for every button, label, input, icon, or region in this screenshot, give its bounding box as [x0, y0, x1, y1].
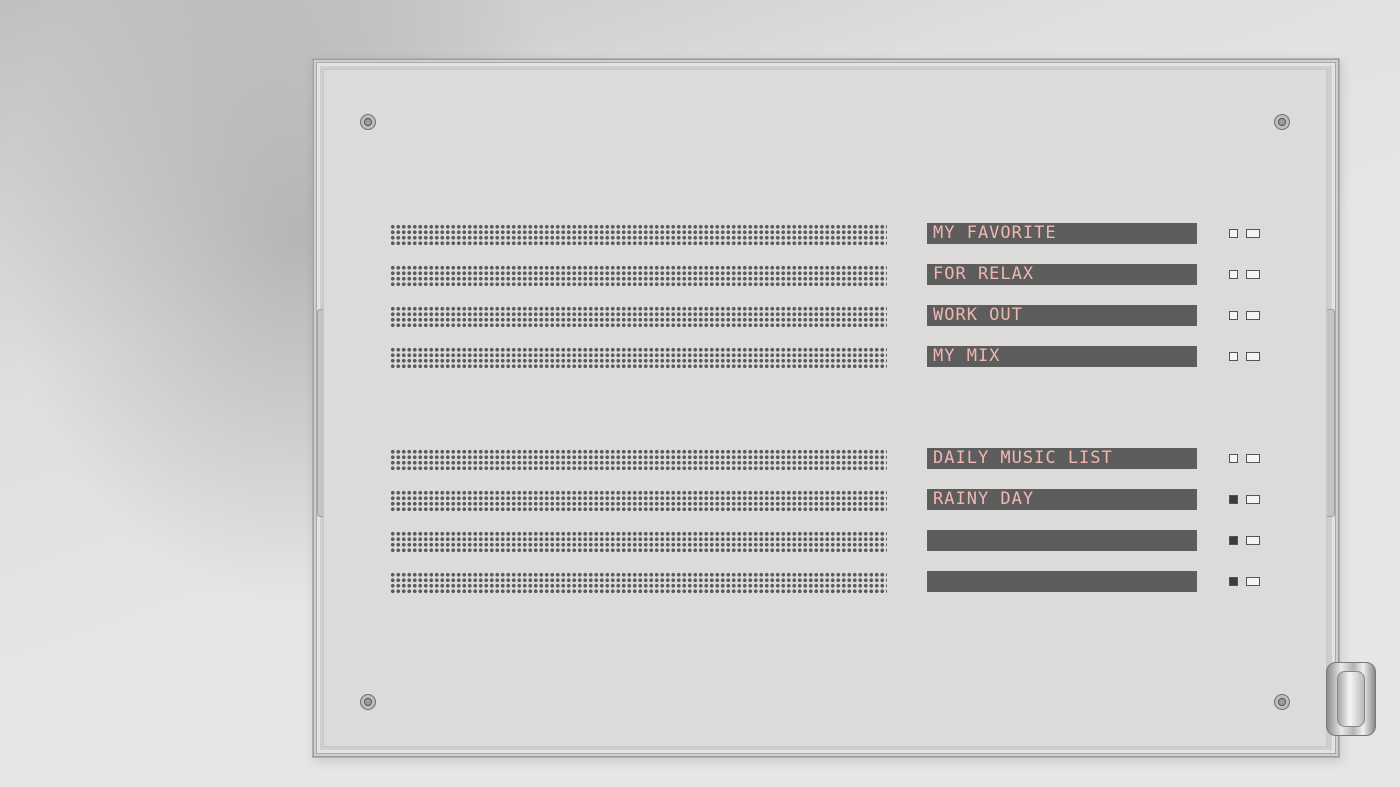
playlist-display[interactable] — [927, 571, 1197, 592]
screw-icon — [1274, 114, 1290, 130]
playlist-row: WORK OUT — [323, 305, 1327, 327]
playlist-select-button[interactable] — [1246, 536, 1260, 545]
playlist-row: RAINY DAY — [323, 489, 1327, 511]
playlist-indicator-button[interactable] — [1229, 311, 1238, 320]
speaker-grille — [390, 265, 887, 286]
speaker-grille — [390, 306, 887, 327]
playlist-select-button[interactable] — [1246, 495, 1260, 504]
playlist-row: DAILY MUSIC LIST — [323, 448, 1327, 470]
playlist-display[interactable]: MY MIX — [927, 346, 1197, 367]
playlist-select-button[interactable] — [1246, 577, 1260, 586]
front-panel: MY FAVORITE FOR RELAX WORK OUT MY MIX DA… — [323, 69, 1327, 747]
playlist-indicator-button[interactable] — [1229, 495, 1238, 504]
playlist-select-button[interactable] — [1246, 454, 1260, 463]
playlist-display[interactable]: DAILY MUSIC LIST — [927, 448, 1197, 469]
music-player-device: MY FAVORITE FOR RELAX WORK OUT MY MIX DA… — [312, 58, 1340, 758]
screw-icon — [360, 694, 376, 710]
playlist-indicator-button[interactable] — [1229, 536, 1238, 545]
speaker-grille — [390, 572, 887, 593]
playlist-row: FOR RELAX — [323, 264, 1327, 286]
playlist-display[interactable]: WORK OUT — [927, 305, 1197, 326]
playlist-indicator-button[interactable] — [1229, 352, 1238, 361]
screw-icon — [1274, 694, 1290, 710]
playlist-indicator-button[interactable] — [1229, 577, 1238, 586]
playlist-display[interactable]: RAINY DAY — [927, 489, 1197, 510]
speaker-grille — [390, 224, 887, 245]
playlist-display[interactable]: MY FAVORITE — [927, 223, 1197, 244]
speaker-grille — [390, 347, 887, 368]
playlist-row — [323, 571, 1327, 593]
playlist-select-button[interactable] — [1246, 311, 1260, 320]
playlist-row: MY MIX — [323, 346, 1327, 368]
speaker-grille — [390, 490, 887, 511]
screw-icon — [360, 114, 376, 130]
playlist-display[interactable] — [927, 530, 1197, 551]
playlist-display[interactable]: FOR RELAX — [927, 264, 1197, 285]
speaker-grille — [390, 531, 887, 552]
playlist-indicator-button[interactable] — [1229, 270, 1238, 279]
volume-knob[interactable] — [1326, 662, 1376, 736]
playlist-row: MY FAVORITE — [323, 223, 1327, 245]
speaker-grille — [390, 449, 887, 470]
playlist-indicator-button[interactable] — [1229, 454, 1238, 463]
playlist-select-button[interactable] — [1246, 352, 1260, 361]
playlist-row — [323, 530, 1327, 552]
playlist-indicator-button[interactable] — [1229, 229, 1238, 238]
playlist-select-button[interactable] — [1246, 270, 1260, 279]
playlist-select-button[interactable] — [1246, 229, 1260, 238]
